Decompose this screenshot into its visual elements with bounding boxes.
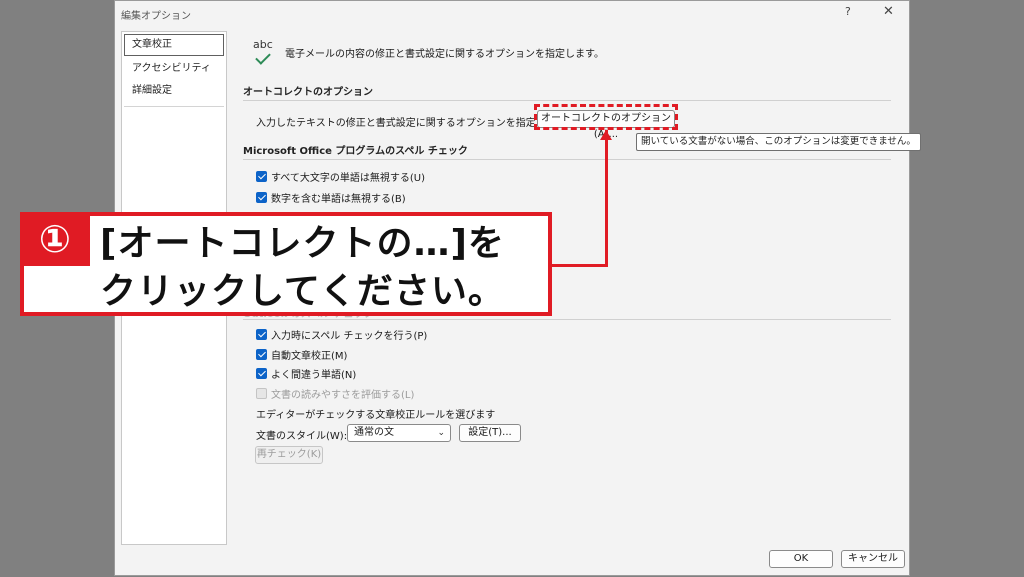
style-label: 文書のスタイル(W): [256, 431, 348, 442]
tooltip: 開いている文書がない場合、このオプションは変更できません。 [636, 133, 921, 151]
checkbox-icon[interactable] [256, 328, 267, 340]
recheck-button: 再チェック(K) [255, 446, 323, 464]
checkbox-label: 文書の読みやすさを評価する(L) [271, 389, 415, 401]
spelling-section-title: Microsoft Office プログラムのスペル チェック [243, 146, 468, 157]
checkbox-label: 数字を含む単語は無視する(B) [271, 193, 406, 205]
rules-label: エディターがチェックする文章校正ルールを選びます [256, 410, 496, 421]
checkbox-icon[interactable] [256, 191, 267, 203]
pointer-line [605, 130, 608, 267]
checkbox-label: 自動文章校正(M) [271, 350, 348, 362]
cancel-button[interactable]: キャンセル [841, 550, 905, 568]
checkbox-label: よく間違う単語(N) [271, 369, 357, 381]
checkbox-auto-grammar[interactable]: 自動文章校正(M) [256, 347, 348, 362]
style-select[interactable]: 通常の文 ⌄ [347, 424, 451, 442]
checkbox-label: 入力時にスペル チェックを行う(P) [271, 330, 428, 342]
header-description: 電子メールの内容の修正と書式設定に関するオプションを指定します。 [285, 49, 604, 60]
callout-text-line2: クリックしてください。 [100, 271, 505, 312]
style-select-value: 通常の文 [354, 427, 394, 438]
checkbox-icon [256, 387, 267, 399]
pointer-line [550, 264, 608, 267]
checkbox-readability: 文書の読みやすさを評価する(L) [256, 386, 415, 401]
checkbox-frequently-confused[interactable]: よく間違う単語(N) [256, 366, 357, 381]
chevron-down-icon: ⌄ [437, 428, 445, 438]
section-divider [243, 159, 891, 160]
checkbox-ignore-uppercase[interactable]: すべて大文字の単語は無視する(U) [256, 169, 426, 184]
callout-text-line1: [オートコレクトの…]を [100, 223, 505, 264]
checkbox-spell-as-you-type[interactable]: 入力時にスペル チェックを行う(P) [256, 327, 428, 342]
checkbox-ignore-numbers[interactable]: 数字を含む単語は無視する(B) [256, 190, 406, 205]
checkbox-icon[interactable] [256, 170, 267, 182]
abc-icon: abc [253, 38, 273, 51]
section-divider [243, 319, 891, 320]
highlight-box [534, 104, 678, 130]
section-divider [243, 100, 891, 101]
autocorrect-section-title: オートコレクトのオプション [243, 87, 373, 98]
ok-button[interactable]: OK [769, 550, 833, 568]
checkbox-label: すべて大文字の単語は無視する(U) [271, 172, 426, 184]
settings-button[interactable]: 設定(T)... [459, 424, 521, 442]
check-icon [255, 49, 271, 65]
step-number: ① [38, 217, 72, 261]
checkbox-icon[interactable] [256, 348, 267, 360]
autocorrect-description: 入力したテキストの修正と書式設定に関するオプションを指定します。 [256, 118, 575, 129]
checkbox-icon[interactable] [256, 367, 267, 379]
